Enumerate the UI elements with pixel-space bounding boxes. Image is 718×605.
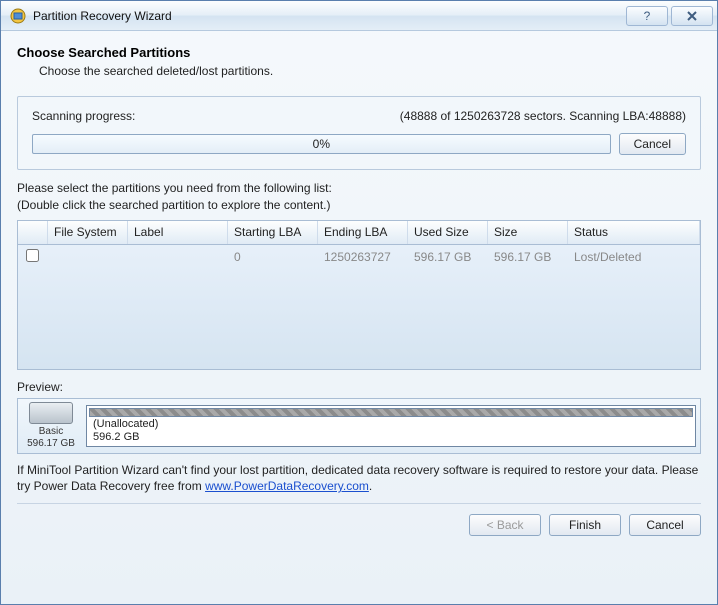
back-button[interactable]: < Back bbox=[469, 514, 541, 536]
unallocated-segment bbox=[89, 408, 693, 418]
col-used-size[interactable]: Used Size bbox=[408, 221, 488, 244]
app-icon bbox=[9, 7, 27, 25]
cell-label bbox=[128, 253, 228, 261]
cancel-button[interactable]: Cancel bbox=[629, 514, 701, 536]
col-checkbox bbox=[18, 221, 48, 244]
scan-status: (48888 of 1250263728 sectors. Scanning L… bbox=[400, 109, 686, 123]
cell-size: 596.17 GB bbox=[488, 246, 568, 268]
preview-label: Preview: bbox=[17, 380, 701, 394]
footer-buttons: < Back Finish Cancel bbox=[17, 503, 701, 536]
col-size[interactable]: Size bbox=[488, 221, 568, 244]
content-area: Choose Searched Partitions Choose the se… bbox=[1, 31, 717, 604]
table-header-row: File System Label Starting LBA Ending LB… bbox=[18, 221, 700, 245]
disk-map[interactable]: (Unallocated) 596.2 GB bbox=[86, 405, 696, 447]
svg-text:?: ? bbox=[644, 9, 651, 23]
scan-percent: 0% bbox=[313, 137, 330, 151]
recovery-note: If MiniTool Partition Wizard can't find … bbox=[17, 462, 701, 496]
scan-panel: Scanning progress: (48888 of 1250263728 … bbox=[17, 96, 701, 170]
instruction-line-2: (Double click the searched partition to … bbox=[17, 197, 701, 214]
table-row[interactable]: 0 1250263727 596.17 GB 596.17 GB Lost/De… bbox=[18, 245, 700, 269]
page-title: Choose Searched Partitions bbox=[17, 45, 701, 60]
close-button[interactable] bbox=[671, 6, 713, 26]
help-button[interactable]: ? bbox=[626, 6, 668, 26]
col-label[interactable]: Label bbox=[128, 221, 228, 244]
cell-slba: 0 bbox=[228, 246, 318, 268]
preview-panel: Basic 596.17 GB (Unallocated) 596.2 GB bbox=[17, 398, 701, 454]
instructions: Please select the partitions you need fr… bbox=[17, 180, 701, 214]
cell-used: 596.17 GB bbox=[408, 246, 488, 268]
disk-icon: Basic 596.17 GB bbox=[22, 402, 80, 450]
power-data-recovery-link[interactable]: www.PowerDataRecovery.com bbox=[205, 479, 369, 493]
hard-drive-icon bbox=[29, 402, 73, 424]
scan-cancel-button[interactable]: Cancel bbox=[619, 133, 686, 155]
col-ending-lba[interactable]: Ending LBA bbox=[318, 221, 408, 244]
col-file-system[interactable]: File System bbox=[48, 221, 128, 244]
instruction-line-1: Please select the partitions you need fr… bbox=[17, 180, 701, 197]
window-title: Partition Recovery Wizard bbox=[33, 9, 623, 23]
segment-size: 596.2 GB bbox=[93, 431, 689, 444]
segment-name: (Unallocated) bbox=[93, 418, 689, 431]
row-checkbox[interactable] bbox=[26, 249, 39, 262]
titlebar: Partition Recovery Wizard ? bbox=[1, 1, 717, 31]
cell-status: Lost/Deleted bbox=[568, 246, 700, 268]
disk-type: Basic bbox=[22, 426, 80, 438]
note-text-2: . bbox=[369, 479, 372, 493]
col-status[interactable]: Status bbox=[568, 221, 700, 244]
page-subtitle: Choose the searched deleted/lost partiti… bbox=[39, 64, 701, 78]
finish-button[interactable]: Finish bbox=[549, 514, 621, 536]
scan-label: Scanning progress: bbox=[32, 109, 135, 123]
partition-table: File System Label Starting LBA Ending LB… bbox=[17, 220, 701, 370]
col-starting-lba[interactable]: Starting LBA bbox=[228, 221, 318, 244]
cell-elba: 1250263727 bbox=[318, 246, 408, 268]
partition-recovery-wizard-window: Partition Recovery Wizard ? Choose Searc… bbox=[0, 0, 718, 605]
cell-fs bbox=[48, 253, 128, 261]
scan-progress-bar: 0% bbox=[32, 134, 611, 154]
disk-size: 596.17 GB bbox=[22, 438, 80, 450]
